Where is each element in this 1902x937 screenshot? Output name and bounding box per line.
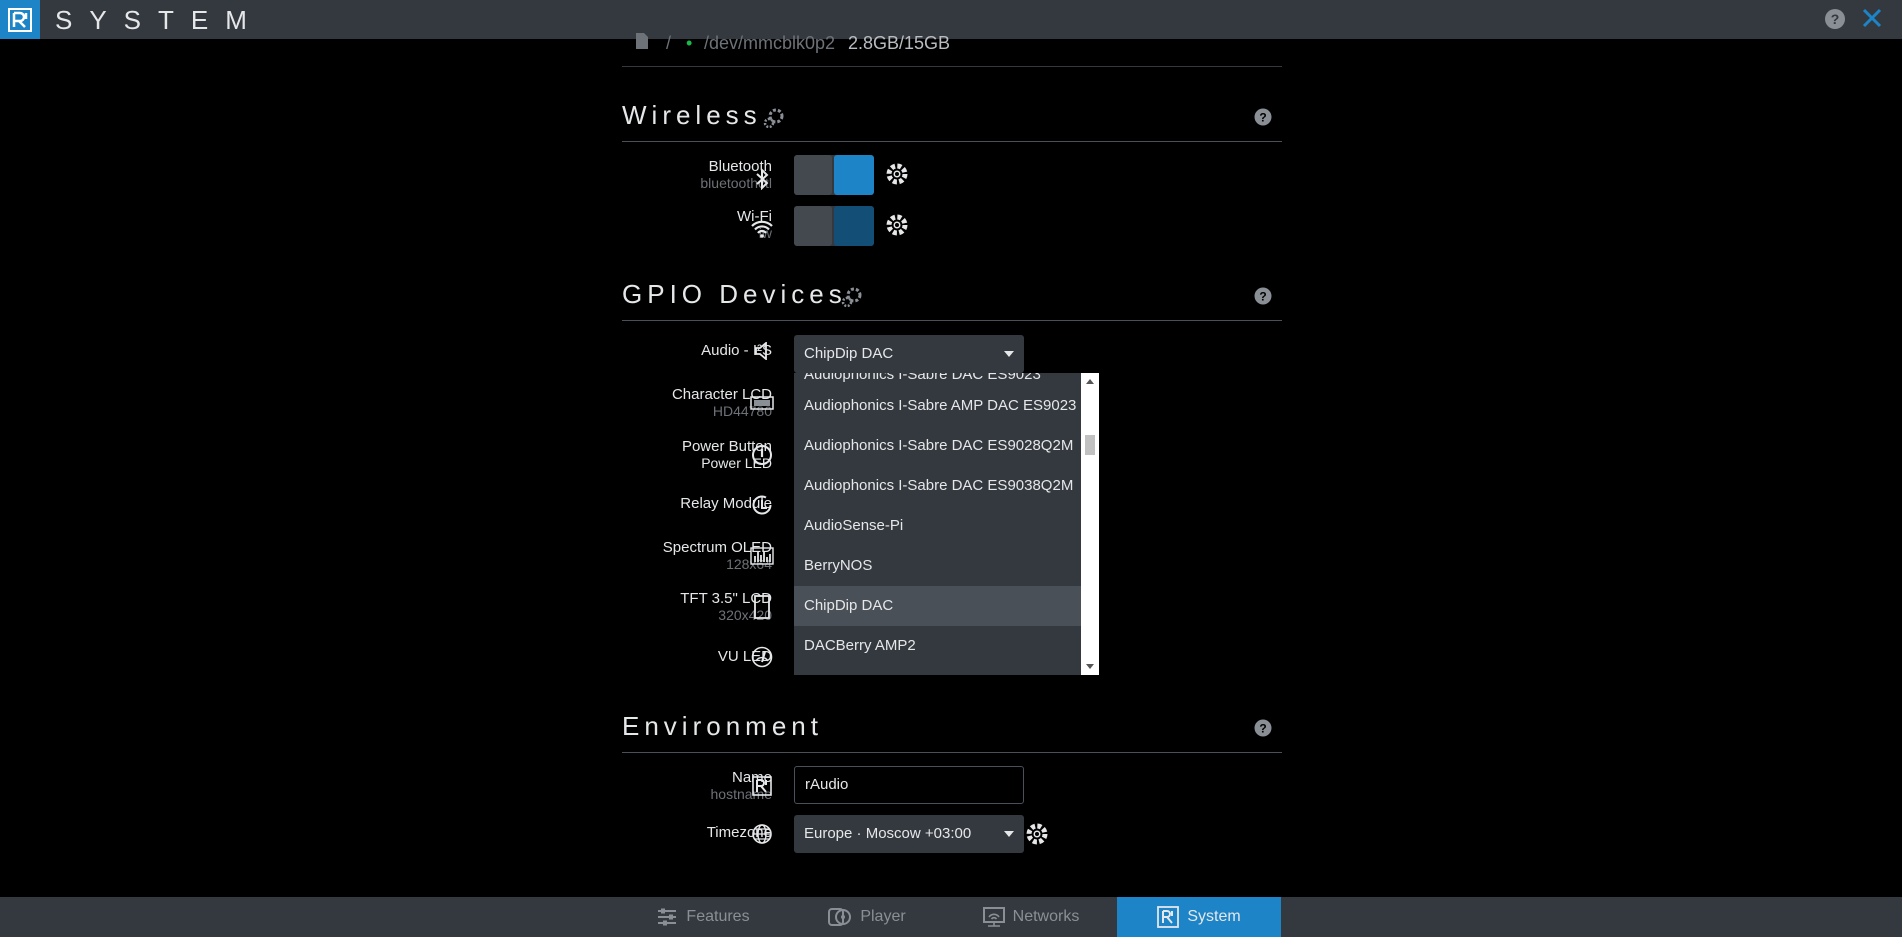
features-icon — [658, 908, 677, 926]
sd-card-icon — [634, 33, 648, 54]
section-title: Wireless — [622, 100, 762, 130]
oled-spectrum-icon — [750, 544, 774, 568]
bluetooth-settings-gear-icon[interactable] — [884, 161, 910, 192]
audio-i2s-select[interactable]: ChipDip DAC — [794, 335, 1024, 373]
disk-mount: / — [666, 33, 672, 53]
dropdown-option[interactable]: Audiophonics I-Sabre DAC ES9028Q2M — [794, 426, 1081, 466]
disk-device: /dev/mmcblk0p2 — [704, 33, 836, 53]
gears-icon[interactable] — [840, 285, 864, 314]
close-icon[interactable] — [1860, 6, 1884, 35]
relays-icon — [750, 493, 774, 517]
speaker-icon — [750, 339, 774, 363]
section-title: GPIO Devices — [622, 279, 847, 309]
disk-status-dot: • — [686, 33, 693, 53]
top-bar: SYSTEM ? — [0, 0, 1902, 39]
wifi-toggle[interactable] — [794, 206, 874, 246]
dropdown-option[interactable]: AudioSense-Pi — [794, 506, 1081, 546]
svg-text:?: ? — [1259, 290, 1266, 304]
help-icon[interactable]: ? — [1254, 108, 1272, 131]
page-title: SYSTEM — [55, 5, 264, 35]
globe-icon — [750, 822, 774, 846]
wireless-section-header: Wireless ? — [622, 90, 1282, 142]
timezone-select[interactable]: Europe · Moscow +03:00 — [794, 815, 1024, 853]
chevron-down-icon — [1004, 351, 1014, 357]
svg-text:?: ? — [1259, 722, 1266, 736]
tab-player[interactable]: Player — [785, 897, 949, 937]
wifi-settings-gear-icon[interactable] — [884, 212, 910, 243]
scroll-down-arrow-icon[interactable] — [1086, 664, 1094, 669]
audio-i2s-dropdown-list[interactable]: Audiophonics I-Sabre DAC ES9023 Audiopho… — [794, 373, 1099, 675]
vu-meter-icon — [750, 645, 774, 669]
gpio-section-header: GPIO Devices ? — [622, 269, 1282, 321]
timezone-settings-gear-icon[interactable] — [1024, 821, 1050, 852]
disk-usage-row: / • /dev/mmcblk0p2 2.8GB/15GB — [622, 33, 1282, 67]
dropdown-option[interactable]: Audiophonics I-Sabre AMP DAC ES9023 — [794, 386, 1081, 426]
bluetooth-icon — [750, 167, 774, 191]
dropdown-option[interactable]: Audiophonics I-Sabre DAC ES9038Q2M — [794, 466, 1081, 506]
chevron-down-icon — [1004, 831, 1014, 837]
scroll-up-arrow-icon[interactable] — [1086, 379, 1094, 384]
svg-text:?: ? — [1831, 11, 1840, 27]
hostname-input[interactable]: rAudio — [794, 766, 1024, 804]
raudio-logo-icon[interactable] — [0, 0, 40, 39]
section-title: Environment — [622, 711, 823, 741]
gears-icon[interactable] — [762, 106, 786, 135]
tab-system[interactable]: System — [1117, 897, 1281, 937]
dropdown-option-selected[interactable]: ChipDip DAC — [794, 586, 1081, 626]
system-icon — [1157, 906, 1180, 928]
power-icon — [750, 443, 774, 467]
dropdown-option[interactable]: DACBerry AMP2 — [794, 626, 1081, 666]
scrollbar-thumb[interactable] — [1085, 435, 1095, 455]
networks-icon — [982, 907, 1005, 927]
raudio-icon — [750, 774, 774, 798]
environment-section-header: Environment ? — [622, 701, 1282, 753]
tft-screen-icon — [750, 595, 774, 619]
bottom-nav: Features Player Networks System — [0, 897, 1902, 937]
tab-networks[interactable]: Networks — [949, 897, 1113, 937]
dropdown-scrollbar[interactable] — [1081, 373, 1099, 675]
wifi-icon — [750, 217, 774, 241]
player-icon — [828, 908, 852, 926]
tab-features[interactable]: Features — [621, 897, 785, 937]
disk-usage: 2.8GB/15GB — [848, 33, 951, 53]
help-icon[interactable]: ? — [1254, 287, 1272, 310]
dropdown-option[interactable]: BerryNOS — [794, 546, 1081, 586]
svg-text:?: ? — [1259, 111, 1266, 125]
help-icon[interactable]: ? — [1254, 719, 1272, 742]
lcd-char-icon — [750, 391, 774, 415]
help-icon[interactable]: ? — [1824, 8, 1846, 35]
bluetooth-toggle[interactable] — [794, 155, 874, 195]
